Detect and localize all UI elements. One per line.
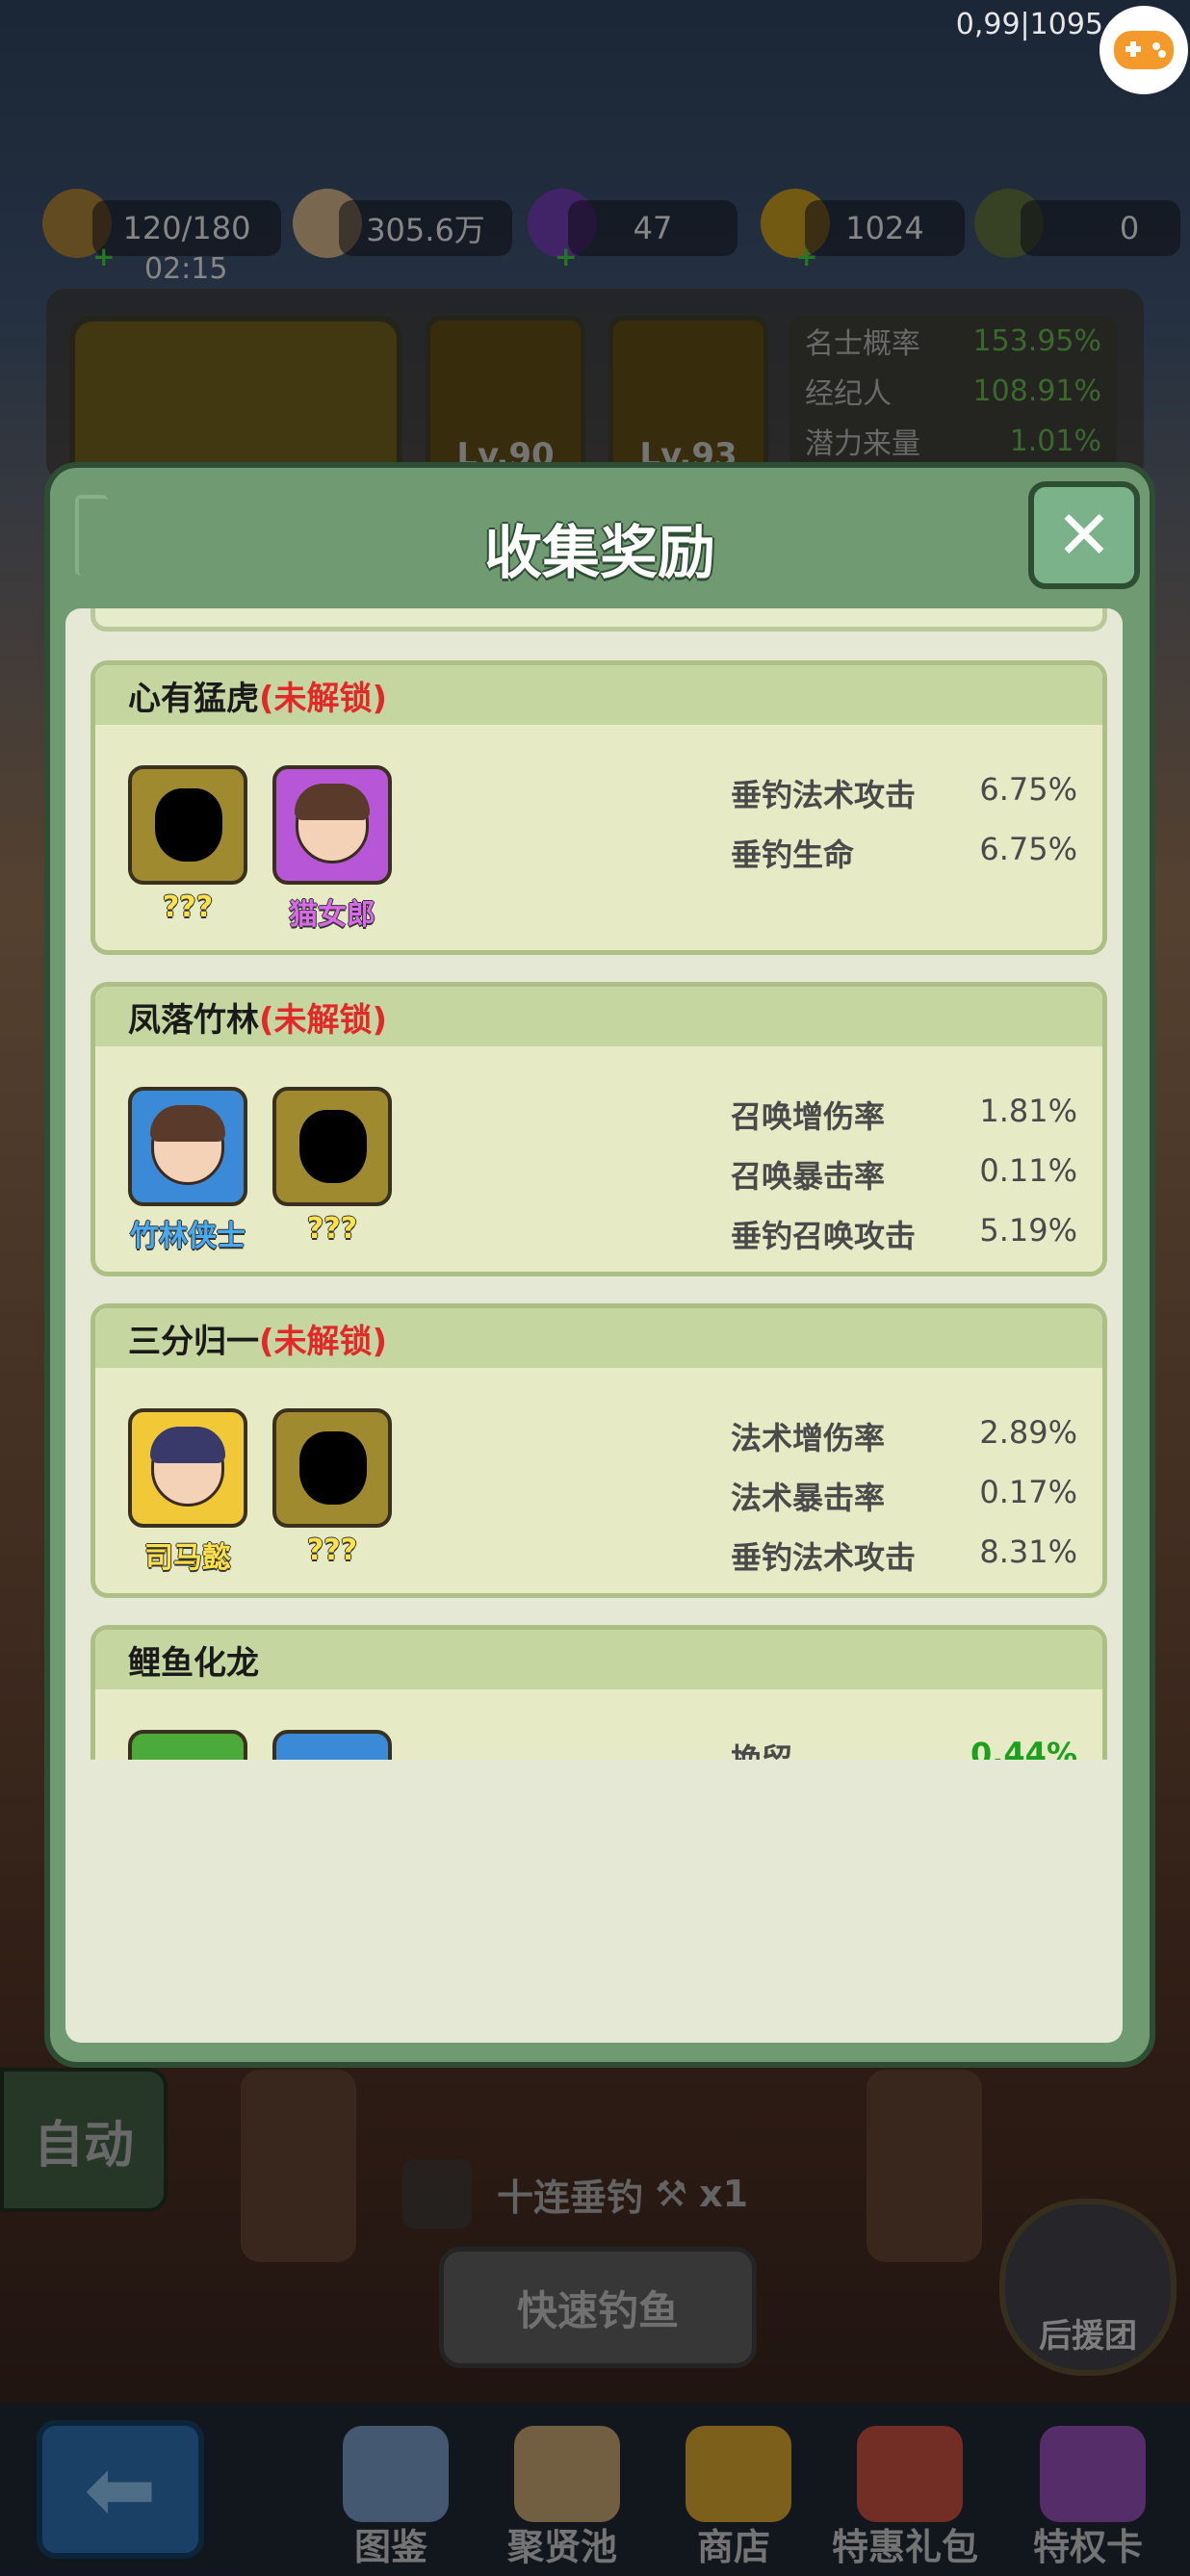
stat-label: 垂钓生命 [731,837,855,873]
stat-label: 召唤暴击率 [731,1158,886,1195]
collection-card: 心有猛虎 (未解锁) ??? 猫女郎 垂钓法术攻击 6.75% 垂钓生命 6.75% [91,660,1107,955]
stat-value: 0.44% [970,1736,1077,1760]
collection-card: 鲤鱼化龙 挽留 0.44% [91,1625,1107,1760]
stat-label: 召唤增伤率 [731,1098,886,1135]
stat-label: 垂钓法术攻击 [731,777,917,813]
lock-status: (未解锁) [259,679,388,718]
hero-name: ??? [306,1212,358,1246]
silhouette-icon [155,788,222,862]
stat-row: 召唤增伤率 1.81% [731,1093,1077,1137]
hero-portrait-icon [150,1105,225,1185]
hero-portrait-icon [150,1427,225,1507]
hero-slot-locked[interactable] [272,1408,392,1528]
gamepad-button[interactable] [1099,6,1188,94]
hero-name: 猫女郎 [289,898,375,932]
stat-value: 0.17% [979,1474,1077,1510]
lock-status: (未解锁) [259,1322,388,1361]
stat-value: 6.75% [979,831,1077,867]
dialog-content: 心有猛虎 (未解锁) ??? 猫女郎 垂钓法术攻击 6.75% 垂钓生命 6.75%… [65,608,1123,2043]
card-header: 鲤鱼化龙 [95,1630,1102,1689]
silhouette-icon [299,1431,367,1505]
hero-slot[interactable] [272,765,392,885]
hero-slot-locked[interactable] [128,765,247,885]
hero-slot[interactable] [128,1408,247,1528]
stat-value: 0.11% [979,1152,1077,1189]
hero-name: 司马懿 [144,1541,231,1575]
stat-value: 5.19% [979,1212,1077,1249]
lock-status: (未解锁) [259,1000,388,1040]
collection-name: 三分归一 [128,1322,259,1361]
close-icon: ✕ [1055,496,1113,575]
card-header: 三分归一 (未解锁) [95,1308,1102,1368]
hero-name: ??? [162,890,214,924]
stat-label: 法术暴击率 [731,1480,886,1516]
stat-label: 挽留 [731,1741,793,1760]
collection-reward-dialog: 收集奖励 ✕ 心有猛虎 (未解锁) ??? 猫女郎 垂钓法术攻击 6.75% 垂钓… [44,462,1155,2068]
dialog-title: 收集奖励 [484,520,715,587]
hero-slot[interactable] [272,1730,392,1760]
hero-name: ??? [306,1533,358,1567]
stat-row: 法术暴击率 0.17% [731,1474,1077,1518]
stat-row: 垂钓生命 6.75% [731,831,1077,875]
card-header: 凤落竹林 (未解锁) [95,987,1102,1046]
collection-card: 凤落竹林 (未解锁) 竹林侠士 ??? 召唤增伤率 1.81% 召唤暴击率 0.11… [91,982,1107,1276]
coordinate-readout: 0,99|1095 [955,8,1103,41]
stat-row: 召唤暴击率 0.11% [731,1152,1077,1197]
reward-list[interactable]: 心有猛虎 (未解锁) ??? 猫女郎 垂钓法术攻击 6.75% 垂钓生命 6.75%… [65,608,1123,1760]
stat-row: 法术增伤率 2.89% [731,1414,1077,1458]
stat-value: 6.75% [979,771,1077,808]
hero-portrait-icon [295,784,370,863]
stat-row: 垂钓法术攻击 6.75% [731,771,1077,815]
collection-name: 凤落竹林 [128,1000,259,1040]
hero-slot-locked[interactable] [272,1087,392,1206]
stat-row: 垂钓召唤攻击 5.19% [731,1212,1077,1256]
stat-label: 垂钓召唤攻击 [731,1218,917,1254]
hero-slot[interactable] [128,1730,247,1760]
hero-slot[interactable] [128,1087,247,1206]
silhouette-icon [299,1110,367,1183]
hero-name: 竹林侠士 [130,1220,246,1253]
previous-card-edge [91,608,1107,631]
stat-row: 垂钓法术攻击 8.31% [731,1533,1077,1578]
card-header: 心有猛虎 (未解锁) [95,665,1102,725]
stat-row: 挽留 0.44% [731,1736,1077,1760]
stat-value: 2.89% [979,1414,1077,1451]
collection-card: 三分归一 (未解锁) 司马懿 ??? 法术增伤率 2.89% 法术暴击率 0.17%… [91,1303,1107,1598]
collection-name: 心有猛虎 [128,679,259,718]
stat-label: 法术增伤率 [731,1420,886,1456]
stat-label: 垂钓法术攻击 [731,1539,917,1576]
stat-value: 8.31% [979,1533,1077,1570]
close-button[interactable]: ✕ [1028,481,1140,589]
gamepad-icon [1114,31,1174,69]
stat-value: 1.81% [979,1093,1077,1129]
collection-name: 鲤鱼化龙 [128,1643,259,1683]
